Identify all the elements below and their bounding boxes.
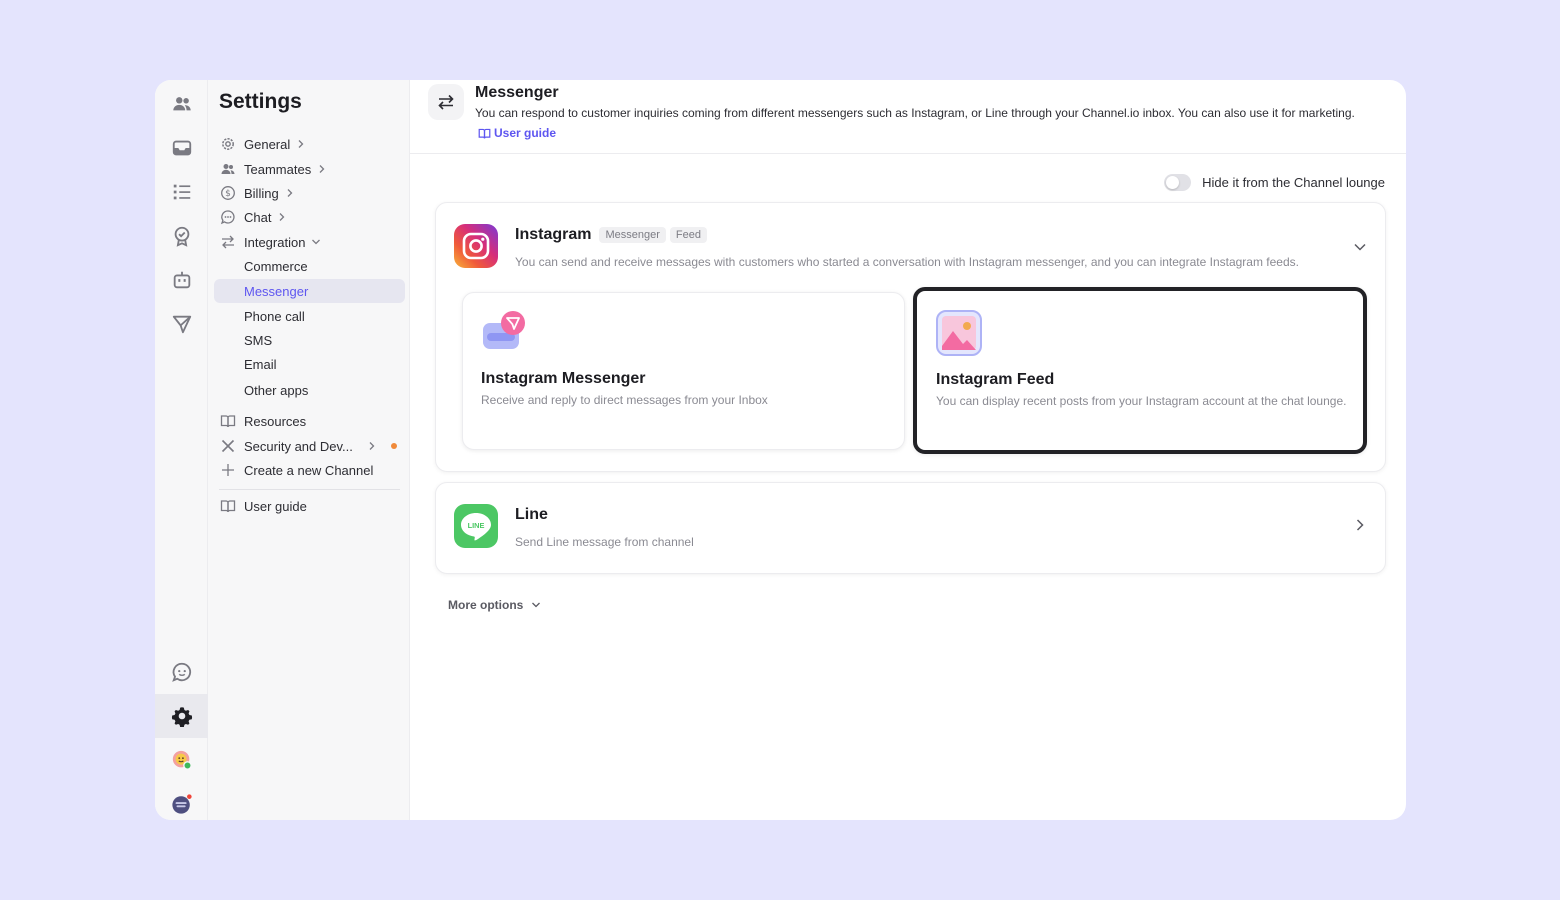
transfer-arrows-icon <box>428 84 464 120</box>
contacts-icon[interactable] <box>155 82 208 126</box>
sidebar-item-label: Security and Dev... <box>244 438 353 454</box>
sidebar-item-sms[interactable]: SMS <box>214 328 405 352</box>
settings-sidebar: Settings General Teammates $ Billing Cha… <box>208 80 410 820</box>
status-dot <box>390 443 397 449</box>
chevron-right-icon <box>369 442 375 450</box>
hide-lounge-toggle-row: Hide it from the Channel lounge <box>1164 174 1385 191</box>
instagram-messenger-description: Receive and reply to direct messages fro… <box>481 393 768 407</box>
dollar-icon: $ <box>220 185 236 201</box>
chevron-right-icon <box>280 213 285 221</box>
chevron-right-icon <box>319 165 325 173</box>
instagram-messenger-icon <box>483 311 525 349</box>
line-card[interactable]: LINE Line Send Line message from channel <box>435 482 1386 574</box>
sidebar-item-chat[interactable]: Chat <box>214 205 405 229</box>
sidebar-item-label: Integration <box>244 234 306 250</box>
user-avatar[interactable] <box>155 738 208 782</box>
support-chat-icon[interactable] <box>155 650 208 694</box>
sidebar-item-label: Billing <box>244 185 279 201</box>
sidebar-item-label: Messenger <box>244 283 309 299</box>
icon-rail <box>155 80 208 820</box>
badge-check-icon[interactable] <box>155 214 208 258</box>
chevron-right-icon[interactable] <box>1353 518 1367 532</box>
plus-icon <box>220 462 236 478</box>
sidebar-item-integration[interactable]: Integration <box>214 230 405 254</box>
instagram-card: Instagram Messenger Feed You can send an… <box>435 202 1386 472</box>
instagram-title-text: Instagram <box>515 226 592 243</box>
sidebar-item-label: SMS <box>244 332 273 348</box>
teammates-icon <box>220 161 236 177</box>
sidebar-item-label: General <box>244 136 291 152</box>
sidebar-item-phone-call[interactable]: Phone call <box>214 304 405 328</box>
sidebar-item-resources[interactable]: Resources <box>214 409 405 433</box>
instagram-feed-image-icon <box>936 310 982 356</box>
instagram-messenger-title: Instagram Messenger <box>481 370 646 387</box>
toggle-label: Hide it from the Channel lounge <box>1202 175 1385 190</box>
svg-text:$: $ <box>225 189 231 199</box>
list-icon[interactable] <box>155 170 208 214</box>
sidebar-title: Settings <box>219 90 302 113</box>
channel-avatar[interactable] <box>155 782 208 820</box>
sidebar-item-label: Phone call <box>244 308 305 324</box>
sidebar-item-messenger[interactable]: Messenger <box>214 279 405 303</box>
sidebar-item-create-channel[interactable]: Create a new Channel <box>214 458 405 482</box>
book-icon <box>220 413 236 429</box>
header-divider <box>410 153 1406 154</box>
sidebar-item-label: Commerce <box>244 258 308 274</box>
sidebar-item-label: Other apps <box>244 382 309 398</box>
user-guide-link[interactable]: User guide <box>478 126 556 140</box>
chat-bubble-icon <box>220 209 236 225</box>
chevron-right-icon <box>298 140 304 148</box>
tag-messenger: Messenger <box>599 227 666 243</box>
page-title: Messenger <box>475 84 559 101</box>
instagram-feed-description: You can display recent posts from your I… <box>936 394 1347 408</box>
bot-icon[interactable] <box>155 258 208 302</box>
sidebar-item-teammates[interactable]: Teammates <box>214 157 405 181</box>
svg-text:LINE: LINE <box>468 521 485 530</box>
book-icon <box>478 128 491 138</box>
app-window: Settings General Teammates $ Billing Cha… <box>155 80 1406 820</box>
instagram-title: Instagram Messenger Feed <box>515 226 707 244</box>
campaign-send-icon[interactable] <box>155 302 208 346</box>
instagram-logo-icon <box>454 224 498 268</box>
sidebar-item-label: User guide <box>244 498 307 514</box>
instagram-messenger-option[interactable]: Instagram Messenger Receive and reply to… <box>462 292 905 450</box>
more-options-label: More options <box>448 598 524 612</box>
chevron-down-icon <box>532 602 541 608</box>
chevron-down-icon <box>312 239 321 245</box>
line-logo-icon: LINE <box>454 504 498 548</box>
tools-icon <box>220 438 236 454</box>
main-content: Messenger You can respond to customer in… <box>410 80 1406 820</box>
chevron-down-icon[interactable] <box>1353 240 1367 254</box>
sidebar-item-email[interactable]: Email <box>214 352 405 376</box>
sidebar-item-label: Chat <box>244 209 272 225</box>
book-icon <box>220 498 236 514</box>
sidebar-item-commerce[interactable]: Commerce <box>214 254 405 278</box>
instagram-feed-title: Instagram Feed <box>936 371 1055 388</box>
instagram-description: You can send and receive messages with c… <box>515 255 1299 269</box>
sidebar-item-billing[interactable]: $ Billing <box>214 181 405 205</box>
chevron-right-icon <box>287 189 293 197</box>
sidebar-item-label: Create a new Channel <box>244 462 374 478</box>
sidebar-item-user-guide[interactable]: User guide <box>214 494 405 518</box>
line-title: Line <box>515 506 548 523</box>
sidebar-item-label: Email <box>244 356 277 372</box>
sidebar-item-label: Resources <box>244 413 307 429</box>
settings-gear-icon[interactable] <box>155 694 208 738</box>
sidebar-item-other-apps[interactable]: Other apps <box>214 378 405 402</box>
gear-icon <box>220 136 236 152</box>
sidebar-divider <box>219 489 400 490</box>
sidebar-item-security[interactable]: Security and Dev... <box>214 434 405 458</box>
page-description: You can respond to customer inquiries co… <box>475 106 1355 120</box>
sidebar-item-label: Teammates <box>244 161 312 177</box>
hide-lounge-toggle[interactable] <box>1164 174 1192 191</box>
user-guide-label: User guide <box>494 126 557 140</box>
instagram-feed-option[interactable]: Instagram Feed You can display recent po… <box>913 287 1367 454</box>
tag-feed: Feed <box>669 227 707 243</box>
line-description: Send Line message from channel <box>515 535 694 549</box>
transfer-arrows-icon <box>220 234 236 250</box>
inbox-icon[interactable] <box>155 126 208 170</box>
sidebar-item-general[interactable]: General <box>214 132 405 156</box>
more-options-button[interactable]: More options <box>448 598 541 612</box>
